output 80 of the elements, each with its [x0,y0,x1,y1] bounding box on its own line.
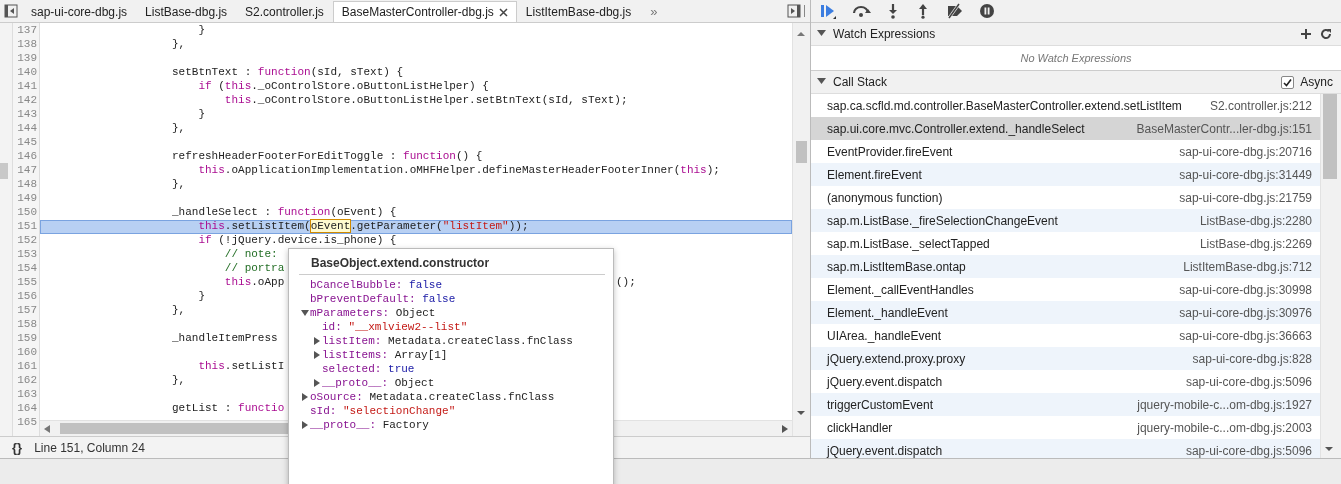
code-line: this.oApplicationImplementation.oMHFHelper.defineMasterHeaderFooterInner(this); [198,164,720,178]
property-entry: __proto__: Factory [310,419,429,431]
code-line: getList : functio [172,402,285,416]
function-name: sap.m.ListItemBase.ontap [827,259,966,274]
code-line: // note: [224,248,278,262]
function-name: sap.m.ListBase._selectTapped [827,236,990,251]
property-entry: sId: "selectionChange" [310,405,456,417]
function-name: jQuery.event.dispatch [827,443,943,458]
code-line: if (this._oControlStore.oButtonListHelper) { [198,80,489,94]
code-line: }, [172,374,186,388]
line-number: 157 [16,304,38,318]
code-line: this._oControlStore.oButtonListHelper.setBtnText(sId, sText); [224,94,628,108]
function-name: clickHandler [827,420,893,435]
code-line: setBtnText : function(sId, sText) { [172,66,404,80]
line-number: 154 [16,262,38,276]
code-line: }, [172,304,186,318]
property-entry: mParameters: Object [310,307,436,319]
code-line: this.setListI [198,360,285,374]
line-number: 165 [16,416,38,430]
code-line: _handleSelect : function(oEvent) { [172,206,397,220]
line-number: 137 [16,24,38,38]
function-name: Element._callEventHandles [827,282,974,297]
line-number: 142 [16,94,38,108]
property-entry: id: "__xmlview2--list" [322,321,468,333]
line-number: 152 [16,234,38,248]
property-entry: __proto__: Object [322,377,435,389]
code-fragment: (); [616,276,636,288]
line-number: 138 [16,38,38,52]
property-entry: bPreventDefault: false [310,293,456,305]
line-number: 145 [16,136,38,150]
code-line: } [198,290,206,304]
property-entry: listItems: Array[1] [322,349,448,361]
code-line: this.oApp [224,276,285,290]
cursor-position: Line 151, Column 24 [34,440,145,455]
code-line: }, [172,38,186,52]
function-name: UIArea._handleEvent [827,328,942,343]
function-name: jQuery.extend.proxy.proxy [827,351,966,366]
line-number: 148 [16,178,38,192]
code-line: refreshHeaderFooterForEditToggle : function() { [172,150,483,164]
code-line: if (!jQuery.device.is_phone) { [198,234,397,248]
line-number: 141 [16,80,38,94]
line-number: 164 [16,402,38,416]
code-line: }, [172,122,186,136]
property-entry: listItem: Metadata.createClass.fnClass [322,335,573,347]
line-number: 143 [16,108,38,122]
line-number: 160 [16,346,38,360]
property-entry: selected: true [322,363,415,375]
function-name: triggerCustomEvent [827,397,934,412]
property-entry: oSource: Metadata.createClass.fnClass [310,391,555,403]
code-line: // portra [224,262,285,276]
function-name: Element.fireEvent [827,167,922,182]
line-number: 140 [16,66,38,80]
code-line: } [198,24,206,38]
line-number: 139 [16,52,38,66]
function-name: (anonymous function) [827,190,943,205]
line-number: 158 [16,318,38,332]
line-number: 159 [16,332,38,346]
function-name: jQuery.event.dispatch [827,374,943,389]
line-number: 147 [16,164,38,178]
code-line: } [198,108,206,122]
line-number: 155 [16,276,38,290]
popover-title: BaseObject.extend.constructor [299,253,605,275]
code-line: _handleItemPress [172,332,278,346]
function-name: Element._handleEvent [827,305,948,320]
line-number: 149 [16,192,38,206]
function-name: sap.m.ListBase._fireSelectionChangeEvent [827,213,1058,228]
line-number: 150 [16,206,38,220]
line-number: 153 [16,248,38,262]
function-name: EventProvider.fireEvent [827,144,953,159]
function-name: sap.ui.core.mvc.Controller.extend._handleSelect [827,121,1085,136]
property-entry: bCancelBubble: false [310,279,443,291]
line-number: 156 [16,290,38,304]
line-number: 151 [16,220,38,234]
line-number: 146 [16,150,38,164]
line-number: 161 [16,360,38,374]
line-number: 163 [16,388,38,402]
line-number: 144 [16,122,38,136]
function-name: sap.ca.scfld.md.controller.BaseMasterController.extend.setListItem [827,98,1182,113]
code-line: }, [172,178,186,192]
line-number: 162 [16,374,38,388]
